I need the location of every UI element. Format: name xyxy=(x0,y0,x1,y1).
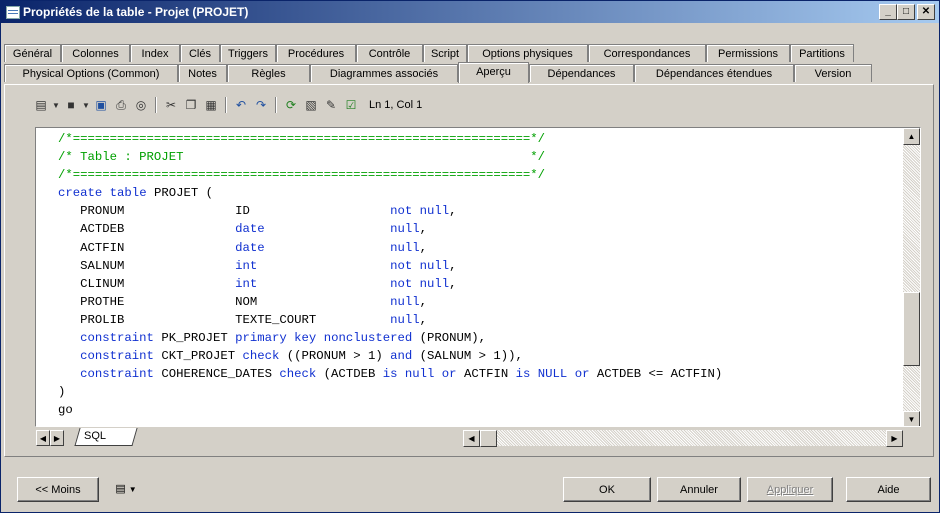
tab-row-2: Physical Options (Common) Notes Règles D… xyxy=(4,62,872,83)
code-line: PROLIB TEXTE_COURT null, xyxy=(58,312,427,327)
minimize-button[interactable]: _ xyxy=(879,4,897,20)
title-bar[interactable]: Propriétés de la table - Projet (PROJET)… xyxy=(1,1,939,23)
code-line: constraint CKT_PROJET check ((PRONUM > 1… xyxy=(80,349,523,364)
tab-controle[interactable]: Contrôle xyxy=(356,44,423,62)
tab-index[interactable]: Index xyxy=(130,44,180,62)
code-line: create table PROJET ( xyxy=(58,186,213,201)
tab-general[interactable]: Général xyxy=(4,44,61,62)
apply-button[interactable]: Appliquer xyxy=(747,477,833,502)
code-line: ) xyxy=(58,385,66,400)
tab-diagrammes-associes[interactable]: Diagrammes associés xyxy=(310,64,458,82)
cancel-button[interactable]: Annuler xyxy=(657,477,741,502)
scroll-down-button[interactable]: ▼ xyxy=(903,411,920,426)
scroll-left-button[interactable]: ◀ xyxy=(463,430,480,447)
tab-notes[interactable]: Notes xyxy=(178,64,227,82)
save-icon[interactable]: ▣ xyxy=(91,96,111,114)
undo-icon[interactable]: ↶ xyxy=(231,96,251,114)
scroll-up-button[interactable]: ▲ xyxy=(903,128,920,145)
scroll-thumb[interactable] xyxy=(903,292,920,366)
cursor-position: Ln 1, Col 1 xyxy=(369,99,423,111)
scroll-right-button[interactable]: ▶ xyxy=(886,430,903,447)
dropdown-arrow-icon: ▼ xyxy=(128,485,137,494)
refresh-icon[interactable]: ⟳ xyxy=(281,96,301,114)
code-line: /* Table : PROJET */ xyxy=(58,150,546,165)
preview-toolbar: ▤ ▼ ■ ▼ ▣ ⎙ ◎ ✂ ❐ ▦ ↶ ↷ ⟳ ▧ ✎ ☑ Ln 1, Col … xyxy=(31,95,422,115)
properties-menu-button[interactable]: ▤ ▼ xyxy=(103,477,149,502)
editor-icon[interactable]: ▧ xyxy=(301,96,321,114)
code-line: PRONUM ID not null, xyxy=(58,204,457,219)
redo-icon[interactable]: ↷ xyxy=(251,96,271,114)
edit-icon[interactable]: ✎ xyxy=(321,96,341,114)
code-line: constraint PK_PROJET primary key nonclus… xyxy=(80,331,487,346)
tab-version[interactable]: Version xyxy=(794,64,872,82)
code-line: /*======================================… xyxy=(58,132,546,146)
code-line: /*======================================… xyxy=(58,168,546,183)
help-button[interactable]: Aide xyxy=(846,477,931,502)
code-line: go xyxy=(58,403,73,418)
new-icon[interactable]: ■ xyxy=(61,96,81,114)
properties-window: Propriétés de la table - Projet (PROJET)… xyxy=(0,0,940,513)
sheet-tab-sql[interactable]: SQL xyxy=(84,430,106,442)
dropdown-arrow-icon[interactable]: ▼ xyxy=(51,96,61,114)
code-line: CLINUM int not null, xyxy=(58,276,457,291)
sql-preview-editor[interactable]: /*======================================… xyxy=(35,127,921,427)
code-line: SALNUM int not null, xyxy=(58,258,457,273)
tab-apercu[interactable]: Aperçu xyxy=(458,62,529,83)
h-scroll-thumb[interactable] xyxy=(480,430,497,447)
copy-icon[interactable]: ❐ xyxy=(181,96,201,114)
close-button[interactable]: ✕ xyxy=(917,4,935,20)
paste-icon[interactable]: ▦ xyxy=(201,96,221,114)
window-title: Propriétés de la table - Projet (PROJET) xyxy=(23,5,249,19)
less-button[interactable]: << Moins xyxy=(17,477,99,502)
code-line: PROTHE NOM null, xyxy=(58,294,427,309)
tab-procedures[interactable]: Procédures xyxy=(276,44,356,62)
code-line: ACTDEB date null, xyxy=(58,222,428,237)
ok-button[interactable]: OK xyxy=(563,477,651,502)
print-icon[interactable]: ⎙ xyxy=(111,96,131,114)
tab-options-physiques[interactable]: Options physiques xyxy=(467,44,588,62)
tab-partitions[interactable]: Partitions xyxy=(790,44,854,62)
find-icon[interactable]: ◎ xyxy=(131,96,151,114)
tab-dependances[interactable]: Dépendances xyxy=(529,64,634,82)
vertical-scrollbar[interactable]: ▲ ▼ xyxy=(903,128,920,426)
tab-cles[interactable]: Clés xyxy=(180,44,220,62)
dropdown-arrow-icon[interactable]: ▼ xyxy=(81,96,91,114)
tab-row-1: Général Colonnes Index Clés Triggers Pro… xyxy=(4,44,854,63)
tab-script[interactable]: Script xyxy=(423,44,467,62)
cut-icon[interactable]: ✂ xyxy=(161,96,181,114)
tab-regles[interactable]: Règles xyxy=(227,64,310,82)
code-line: ACTFIN date null, xyxy=(58,240,428,255)
sheet-prev-button[interactable]: ◀ xyxy=(36,430,50,446)
tab-dependances-etendues[interactable]: Dépendances étendues xyxy=(634,64,794,82)
tab-triggers[interactable]: Triggers xyxy=(220,44,276,62)
tab-colonnes[interactable]: Colonnes xyxy=(61,44,130,62)
sheet-next-button[interactable]: ▶ xyxy=(50,430,64,446)
check-icon[interactable]: ☑ xyxy=(341,96,361,114)
tab-physical-options-common[interactable]: Physical Options (Common) xyxy=(4,64,178,82)
tab-permissions[interactable]: Permissions xyxy=(706,44,790,62)
code-line: constraint COHERENCE_DATES check (ACTDEB… xyxy=(80,367,723,382)
table-icon xyxy=(6,6,20,19)
maximize-button[interactable]: □ xyxy=(897,4,915,20)
sql-code[interactable]: /*======================================… xyxy=(58,130,722,420)
tab-correspondances[interactable]: Correspondances xyxy=(588,44,706,62)
properties-icon[interactable]: ▤ xyxy=(31,96,51,114)
properties-icon: ▤ xyxy=(115,483,129,495)
editor-bottom-bar: ◀ ▶ SQL ◀ ▶ xyxy=(35,427,921,449)
horizontal-scrollbar[interactable]: ◀ ▶ xyxy=(463,430,903,447)
